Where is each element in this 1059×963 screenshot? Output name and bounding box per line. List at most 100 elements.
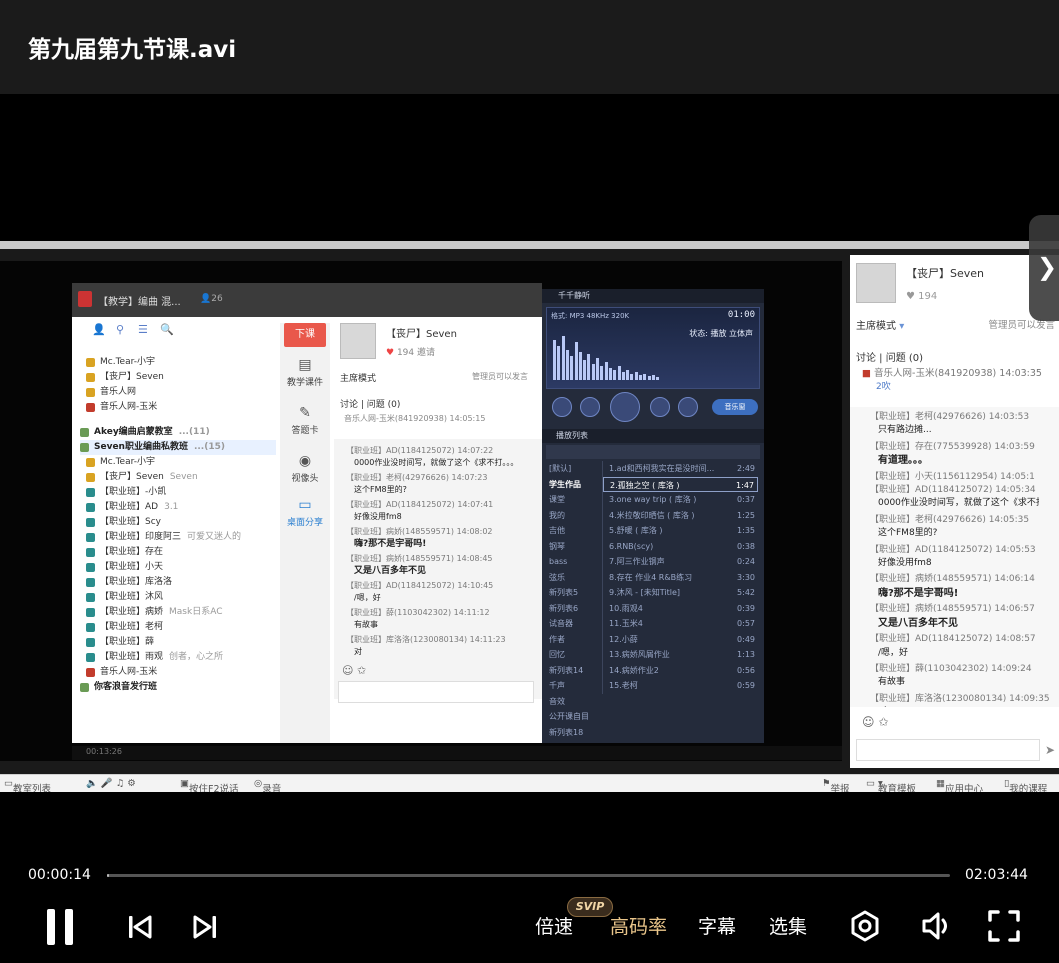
- tree-row: 【职业班】存在: [80, 545, 276, 560]
- tree-row-label: 【职业班】库洛洛: [100, 577, 173, 587]
- gift-icon: ■: [862, 368, 871, 379]
- client-message-list: 【职业班】AD(1184125072) 14:07:22 0000作业没时间写，就…: [334, 439, 542, 699]
- track-duration: 3:30: [737, 572, 755, 582]
- volume-button[interactable]: [920, 909, 954, 943]
- playlist-track: 10.雨观4 0:39: [603, 601, 758, 617]
- spectrum-bar: [596, 358, 599, 380]
- tree-row-label: Seven职业编曲私教班: [94, 442, 188, 452]
- user-rank-icon: [86, 488, 95, 497]
- tree-row: Akey编曲启蒙教室 ...(11): [80, 425, 276, 440]
- room-member-count: 👤26: [200, 294, 223, 304]
- playlist-category: 吉他: [549, 526, 565, 535]
- settings-icon: [851, 910, 879, 942]
- next-track-icon: [650, 397, 670, 417]
- playlist-track: 9.沐风 - [未知Title] 5:42: [603, 585, 758, 601]
- track-title: 6.RNB(scy): [609, 541, 654, 551]
- settings-button[interactable]: [848, 909, 882, 943]
- tree-row-label: Mc.Tear-小宇: [100, 357, 155, 367]
- member-count-value: 26: [211, 294, 223, 304]
- playlist-track: 3.one way trip ( 库洛 ) 0:37: [603, 492, 758, 508]
- playlist-category: 公开课自目: [549, 712, 589, 721]
- message-text: 这个FM8里的?: [878, 528, 938, 539]
- side-item-label: 答题卡: [291, 426, 319, 436]
- user-rank-icon: [86, 373, 95, 382]
- message-meta: 【职业班】库洛洛(1230080134) 14:09:35: [870, 693, 1050, 704]
- spectrum-bar: [557, 346, 561, 380]
- fullscreen-icon: [988, 910, 1020, 942]
- track-duration: 1:35: [737, 526, 755, 535]
- playlist-category: 试音器: [549, 619, 573, 628]
- track-title: 13.病娇风屑作业: [609, 650, 670, 659]
- volume-icon: [922, 912, 947, 940]
- progress-bar[interactable]: [107, 874, 950, 877]
- tree-row-label: 音乐人网-玉米: [100, 402, 158, 412]
- message-meta: 【职业班】老柯(42976626) 14:07:23: [346, 473, 488, 482]
- side-item-label: 教学课件: [286, 378, 323, 388]
- playlist-tracks: 1.ad和西柯我实在是没时间... 2:49 2.孤独之空 ( 库洛 ) 1:47 3.…: [602, 461, 758, 694]
- discussion-tabs: 讨论 | 问题 (0): [340, 400, 401, 410]
- search-icon: 🔍: [160, 323, 174, 336]
- pause-button[interactable]: [47, 909, 73, 945]
- user-icon: 👤: [92, 323, 106, 336]
- message-meta: 【职业班】老柯(42976626) 14:05:35: [870, 514, 1030, 525]
- side-item-label: 视像头: [291, 474, 319, 484]
- tree-row-label: 【职业班】印度阿三: [100, 532, 182, 542]
- system-message-extra: 2吹: [876, 382, 891, 392]
- video-frame[interactable]: 【教学】编曲 混... 👤26 👤 ⚲ ☰ 🔍 Mc.Tear-小宇 【丧尸】Se…: [0, 241, 1059, 792]
- episodes-button[interactable]: 选集: [769, 912, 807, 939]
- eject-icon: [678, 397, 698, 417]
- message-meta: 【职业班】薛(1103042302) 14:09:24: [870, 663, 1032, 674]
- tree-row: 【职业班】病娇 Mask日系AC: [80, 605, 276, 620]
- user-rank-icon: [86, 623, 95, 632]
- footer-item-rooms: ▭ 教室列表: [4, 778, 51, 792]
- track-duration: 0:59: [737, 681, 755, 690]
- tree-row-tag: 可爱又迷人的: [187, 532, 242, 542]
- footer-label: 录音: [262, 784, 282, 792]
- user-rank-icon: [86, 563, 95, 572]
- track-title: 1.ad和西柯我实在是没时间...: [609, 464, 715, 473]
- chevron-right-icon: ❯: [1037, 253, 1058, 281]
- message-meta: 【职业班】老柯(42976626) 14:03:53: [870, 412, 1030, 422]
- spectrum-bar: [591, 364, 595, 380]
- playlist-track: 1.ad和西柯我实在是没时间... 2:49: [603, 461, 758, 477]
- track-duration: 0:49: [737, 634, 755, 644]
- tree-row: 【职业班】老柯: [80, 620, 276, 635]
- subtitle-button[interactable]: 字幕: [698, 912, 736, 939]
- track-title: 10.雨观4: [609, 603, 643, 613]
- message-meta: 【职业班】小天(1156112954) 14:05:1: [870, 471, 1035, 482]
- track-duration: 2:49: [737, 464, 755, 473]
- tree-row-label: 【职业班】AD: [100, 502, 159, 512]
- message-meta: 【职业班】病娇(148559571) 14:08:02: [346, 527, 493, 536]
- next-button[interactable]: [193, 914, 217, 940]
- footer-label: 我的课程: [1009, 784, 1048, 792]
- tree-row-tag: Seven: [169, 472, 198, 482]
- pause-bar-right: [65, 909, 73, 945]
- quality-button[interactable]: 高码率: [610, 912, 667, 939]
- tree-row-label: 【职业班】沐风: [100, 592, 164, 602]
- client-toolbar: 👤 ⚲ ☰ 🔍: [72, 317, 272, 345]
- track-duration: 1:25: [737, 510, 755, 520]
- user-rank-icon: [86, 638, 95, 647]
- client-logo-icon: [78, 291, 92, 307]
- footer-item-report: ⚑ 举报: [822, 778, 850, 792]
- playlist-category: 学生作品: [549, 479, 581, 489]
- speed-button[interactable]: 倍速: [535, 912, 573, 939]
- title-bar: 第九届第九节课.avi: [0, 0, 1059, 94]
- side-item-courseware: ▤ 教学课件: [280, 357, 330, 388]
- footer-item-record: ◎ 录音: [254, 778, 281, 792]
- host-name: 【丧尸】Seven: [906, 267, 984, 280]
- edit-icon: ✎: [299, 405, 311, 421]
- previous-button[interactable]: [128, 914, 152, 940]
- footer-item-template: ▭ 教育模板 ▾: [866, 778, 916, 792]
- playlist-title: 播放列表: [542, 429, 764, 443]
- fullscreen-button[interactable]: [987, 909, 1021, 943]
- next-video-button[interactable]: ❯: [1029, 215, 1059, 321]
- playlist-toolbar: [546, 445, 760, 459]
- track-duration: 0:24: [737, 557, 755, 566]
- tree-row: 【职业班】雨观 创者，心之所: [80, 650, 276, 665]
- spectrum-bar: [608, 368, 612, 380]
- capture-status-bar: 00:13:26: [72, 746, 842, 760]
- track-duration: 0:38: [737, 541, 755, 551]
- side-item-answer-card: ✎ 答题卡: [280, 405, 330, 436]
- tree-row: Seven职业编曲私教班 ...(15): [80, 440, 276, 455]
